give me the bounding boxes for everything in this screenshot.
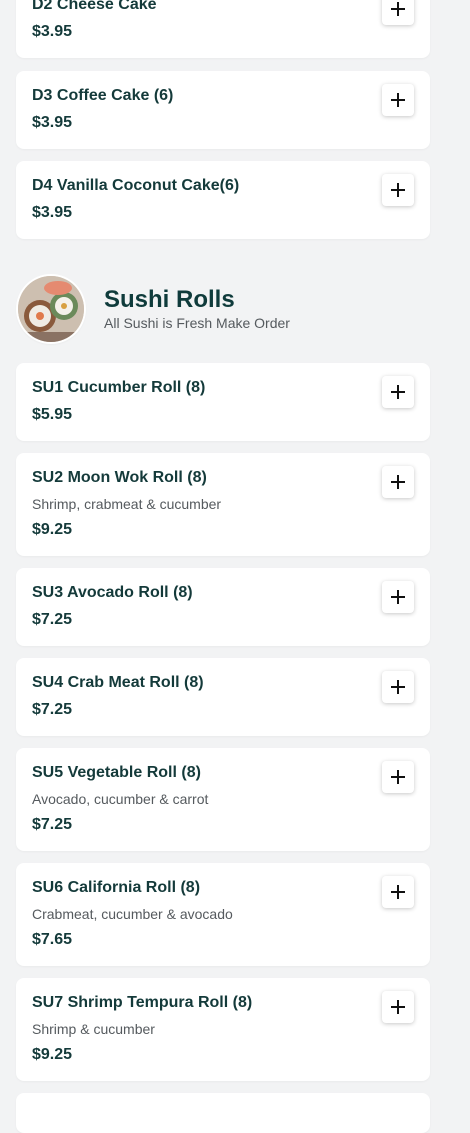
item-price: $7.25 — [32, 701, 73, 718]
add-item-button[interactable] — [382, 671, 414, 703]
menu-item-card[interactable]: SU2 Moon Wok Roll (8) Shrimp, crabmeat &… — [16, 453, 430, 556]
add-item-button[interactable] — [382, 581, 414, 613]
item-price: $5.95 — [32, 406, 73, 423]
item-price: $9.25 — [32, 1046, 73, 1063]
item-name: SU7 Shrimp Tempura Roll (8) — [32, 994, 253, 1011]
menu-item-card[interactable] — [16, 1093, 430, 1133]
section-header-sushi-rolls: Sushi Rolls All Sushi is Fresh Make Orde… — [16, 276, 436, 346]
menu-item-card[interactable]: SU4 Crab Meat Roll (8) $7.25 — [16, 658, 430, 736]
add-item-button[interactable] — [382, 466, 414, 498]
item-price: $7.65 — [32, 931, 73, 948]
item-name: D4 Vanilla Coconut Cake(6) — [32, 177, 240, 194]
add-item-button[interactable] — [382, 376, 414, 408]
sushi-photo-graphic — [18, 276, 84, 342]
add-item-button[interactable] — [382, 174, 414, 206]
item-name: SU4 Crab Meat Roll (8) — [32, 674, 204, 691]
add-item-button[interactable] — [382, 761, 414, 793]
item-description: Avocado, cucumber & carrot — [32, 791, 209, 807]
menu-item-card[interactable]: SU7 Shrimp Tempura Roll (8) Shrimp & cuc… — [16, 978, 430, 1081]
plus-icon — [391, 1000, 405, 1014]
item-description: Shrimp & cucumber — [32, 1021, 155, 1037]
sushi-photo — [18, 276, 84, 342]
menu-item-card[interactable]: D2 Cheese Cake $3.95 — [16, 0, 430, 58]
plus-icon — [391, 475, 405, 489]
plus-icon — [391, 93, 405, 107]
item-description: Shrimp, crabmeat & cucumber — [32, 496, 222, 512]
add-item-button[interactable] — [382, 991, 414, 1023]
plus-icon — [391, 590, 405, 604]
section-title: Sushi Rolls — [104, 286, 235, 313]
item-name: SU2 Moon Wok Roll (8) — [32, 469, 207, 486]
add-item-button[interactable] — [382, 876, 414, 908]
item-name: SU3 Avocado Roll (8) — [32, 584, 193, 601]
plus-icon — [391, 385, 405, 399]
item-name: SU1 Cucumber Roll (8) — [32, 379, 206, 396]
plus-icon — [391, 770, 405, 784]
add-item-button[interactable] — [382, 0, 414, 25]
add-item-button[interactable] — [382, 84, 414, 116]
menu-item-card[interactable]: SU6 California Roll (8) Crabmeat, cucumb… — [16, 863, 430, 966]
menu-item-card[interactable]: SU3 Avocado Roll (8) $7.25 — [16, 568, 430, 646]
item-description: Crabmeat, cucumber & avocado — [32, 906, 233, 922]
item-price: $9.25 — [32, 521, 73, 538]
item-price: $3.95 — [32, 204, 73, 221]
item-name: SU6 California Roll (8) — [32, 879, 201, 896]
item-name: SU5 Vegetable Roll (8) — [32, 764, 201, 781]
menu-item-card[interactable]: SU5 Vegetable Roll (8) Avocado, cucumber… — [16, 748, 430, 851]
menu-item-card[interactable]: SU1 Cucumber Roll (8) $5.95 — [16, 363, 430, 441]
menu-item-card[interactable]: D4 Vanilla Coconut Cake(6) $3.95 — [16, 161, 430, 239]
plus-icon — [391, 680, 405, 694]
plus-icon — [391, 183, 405, 197]
item-price: $7.25 — [32, 611, 73, 628]
item-price: $3.95 — [32, 23, 73, 40]
item-name: D2 Cheese Cake — [32, 0, 157, 13]
plus-icon — [391, 885, 405, 899]
item-name: D3 Coffee Cake (6) — [32, 87, 174, 104]
menu-item-card[interactable]: D3 Coffee Cake (6) $3.95 — [16, 71, 430, 149]
item-price: $7.25 — [32, 816, 73, 833]
plus-icon — [391, 2, 405, 16]
item-price: $3.95 — [32, 114, 73, 131]
section-subtitle: All Sushi is Fresh Make Order — [104, 315, 290, 331]
